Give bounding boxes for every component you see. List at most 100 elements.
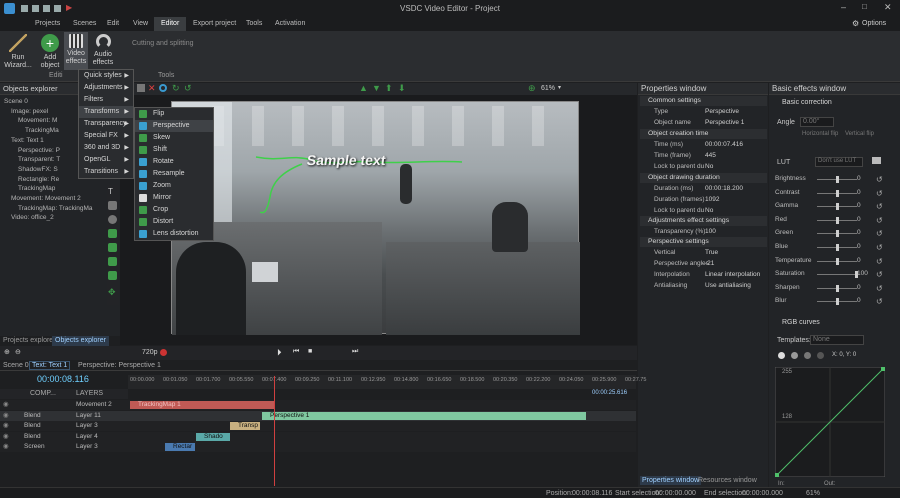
effects-menu-item[interactable]: Transitions ▶ <box>79 166 133 178</box>
align-up-icon[interactable]: ⬆ <box>385 83 393 94</box>
stop-icon[interactable] <box>137 84 145 92</box>
timeline-row[interactable]: ◉ Blend Layer 3 Transp <box>0 421 636 431</box>
timeline-row[interactable]: ◉ Blend Layer 4 Shado <box>0 431 636 442</box>
property-value[interactable]: True <box>705 248 718 258</box>
status-zoom[interactable]: 61% <box>806 490 820 497</box>
tab-edit[interactable]: Edit <box>100 17 126 31</box>
property-value[interactable]: 445 <box>705 151 716 161</box>
transform-menu-item[interactable]: Lens distortion <box>135 228 213 240</box>
align-down-icon[interactable]: ⬇ <box>398 83 406 94</box>
tab-objects-explorer[interactable]: Objects explorer <box>52 336 109 346</box>
reset-icon[interactable]: ↺ <box>876 175 883 185</box>
remove-track-icon[interactable]: ⊖ <box>15 348 21 356</box>
delete-icon[interactable]: ✕ <box>148 83 156 94</box>
adjustment-slider[interactable] <box>817 189 857 197</box>
eye-icon[interactable]: ◉ <box>3 421 9 431</box>
blend-mode[interactable]: Screen <box>24 442 45 452</box>
adjustment-slider[interactable] <box>817 244 857 251</box>
slider-knob[interactable] <box>836 216 839 224</box>
adjustment-slider[interactable] <box>817 176 857 183</box>
blend-mode[interactable]: Blend <box>24 411 41 421</box>
eye-icon[interactable]: ◉ <box>3 400 9 410</box>
tab-editor[interactable]: Editor <box>154 17 187 31</box>
properties-section-header[interactable]: Adjustments effect settings <box>640 216 767 226</box>
effects-menu-item[interactable]: Special FX ▶ <box>79 130 133 142</box>
transform-menu-item[interactable]: Resample <box>135 168 213 180</box>
forward-icon[interactable]: ⏭ <box>352 348 358 356</box>
properties-row[interactable]: Transparency (%) 100 <box>644 227 767 237</box>
audio-effects-button[interactable]: Audio effects <box>90 34 116 67</box>
maximize-button[interactable]: □ <box>862 2 867 11</box>
transform-menu-item[interactable]: Mirror <box>135 192 213 204</box>
adjustment-slider[interactable] <box>817 230 857 238</box>
transform-menu-item[interactable]: Zoom <box>135 180 213 192</box>
tree-item[interactable]: Movement: M <box>18 116 57 125</box>
tree-item[interactable]: TrackingMap: TrackingMa <box>18 204 93 213</box>
properties-section-header[interactable]: Common settings <box>640 96 767 106</box>
slider-knob[interactable] <box>836 176 839 183</box>
effects-menu-item[interactable]: OpenGL ▶ <box>79 154 133 166</box>
tree-item[interactable]: TrackingMap <box>18 184 55 193</box>
blend-mode[interactable]: Blend <box>24 432 41 442</box>
reset-icon[interactable]: ↺ <box>876 216 883 226</box>
text-tool-icon[interactable]: T <box>108 187 117 196</box>
video-frame[interactable]: Sample text <box>171 101 580 335</box>
timeline-clip[interactable]: Transp <box>230 422 260 430</box>
timeline-row[interactable]: ◉ Screen Layer 3 Rectar <box>0 442 636 452</box>
timeline-tab-perspective[interactable]: Perspective: Perspective 1 <box>78 362 161 369</box>
close-button[interactable]: ✕ <box>884 2 892 13</box>
tree-item[interactable]: Perspective: P <box>18 146 60 155</box>
property-value[interactable]: Linear interpolation <box>705 270 760 280</box>
rotate-icon[interactable]: ↻ <box>172 83 180 94</box>
tree-item[interactable]: Scene 0 <box>4 97 28 106</box>
vertical-flip-checkbox[interactable]: Vertical flip <box>845 131 874 137</box>
curve-channel-dot[interactable] <box>804 352 811 359</box>
tree-item[interactable]: ShadowFX: S <box>18 165 58 174</box>
horizontal-flip-checkbox[interactable]: Horizontal flip <box>802 131 838 137</box>
green-tool-2-icon[interactable] <box>108 243 117 252</box>
arrow-down-icon[interactable]: ▼ <box>372 83 381 93</box>
rotate-back-icon[interactable]: ↺ <box>184 83 192 94</box>
green-tool-3-icon[interactable] <box>108 257 117 266</box>
effects-menu-item[interactable]: Adjustments ▶ <box>79 82 133 94</box>
tab-projects-explorer[interactable]: Projects explorer <box>3 337 56 344</box>
tab-resources-window[interactable]: Resources window <box>698 477 757 484</box>
layer-name[interactable]: Layer 4 <box>76 432 98 442</box>
transform-menu-item[interactable]: Crop <box>135 204 213 216</box>
layer-name[interactable]: Movement 2 <box>76 400 112 410</box>
timeline-row[interactable]: ◉ Movement 2 TrackingMap 1 <box>0 400 636 410</box>
properties-row[interactable]: Antialiasing Use antialiasing <box>644 281 767 291</box>
zoom-level[interactable]: 61% <box>541 85 555 92</box>
tree-item[interactable]: Video: office_2 <box>11 213 54 222</box>
adjustment-slider[interactable] <box>817 284 857 292</box>
tree-item[interactable]: TrackingMa <box>25 126 59 135</box>
tree-item[interactable]: Image: pexel <box>11 107 48 116</box>
properties-section-header[interactable]: Perspective settings <box>640 237 767 247</box>
run-wizard-button[interactable]: Run Wizard... <box>4 34 32 70</box>
properties-row[interactable]: Perspective angles -21 <box>644 259 767 269</box>
tab-properties-window[interactable]: Properties window <box>640 476 702 485</box>
reset-icon[interactable]: ↺ <box>876 243 883 253</box>
blend-mode[interactable]: Blend <box>24 421 41 431</box>
arrow-up-icon[interactable]: ▲ <box>359 83 368 93</box>
transform-menu-item[interactable]: Perspective <box>135 120 213 132</box>
tree-item[interactable]: Rectangle: Re <box>18 175 59 184</box>
record-button-icon[interactable] <box>160 349 167 356</box>
tab-export-project[interactable]: Export project <box>186 17 243 31</box>
property-value[interactable]: Perspective 1 <box>705 118 744 128</box>
tab-view[interactable]: View <box>126 17 155 31</box>
layer-name[interactable]: Layer 3 <box>76 421 98 431</box>
reset-icon[interactable]: ↺ <box>876 257 883 267</box>
effects-menu-item[interactable]: Quick styles ▶ <box>79 70 133 82</box>
slider-knob[interactable] <box>836 230 839 238</box>
basic-correction-header[interactable]: Basic correction <box>782 99 832 106</box>
reset-icon[interactable]: ↺ <box>876 284 883 294</box>
folder-icon[interactable] <box>872 157 881 164</box>
add-object-button[interactable]: + Add object <box>37 34 63 70</box>
timeline-clip[interactable]: TrackingMap 1 <box>130 401 275 409</box>
reset-icon[interactable]: ↺ <box>876 189 883 199</box>
effects-menu-item[interactable]: Transforms ▶ <box>79 106 133 118</box>
shape-tool-icon[interactable] <box>108 215 117 224</box>
slider-knob[interactable] <box>836 244 839 251</box>
play-button-icon[interactable]: ⏵ <box>277 347 282 358</box>
